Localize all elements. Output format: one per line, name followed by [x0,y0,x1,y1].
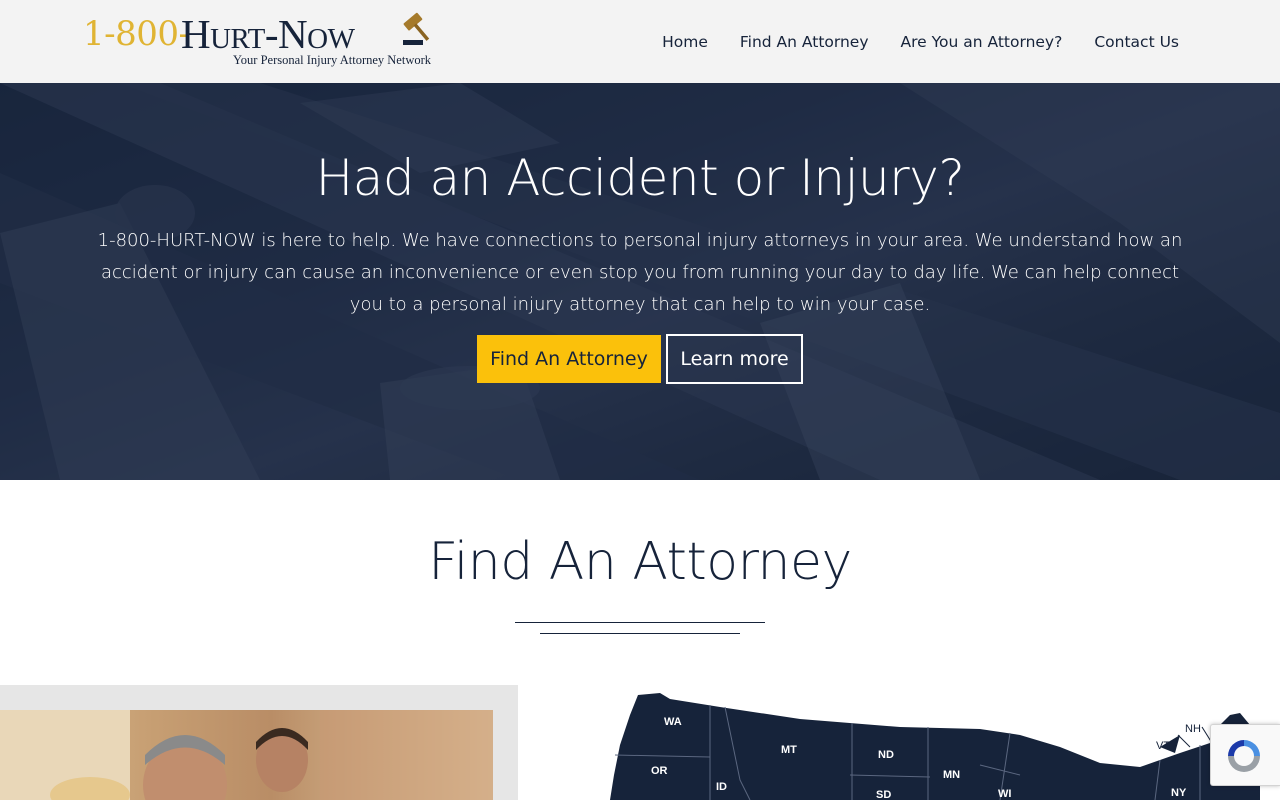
divider [515,622,765,623]
state-label-wa[interactable]: WA [664,716,682,728]
state-label-nd[interactable]: ND [878,749,894,761]
hero-content: Had an Accident or Injury? 1-800-HURT-NO… [0,83,1280,480]
gavel-icon [397,10,437,50]
logo[interactable]: 1-800- Hurt-Now Your Personal Injury Att… [83,8,443,70]
logo-word: Hurt-Now [181,11,355,57]
find-attorney-button[interactable]: Find An Attorney [477,335,661,383]
divider [540,633,740,634]
hero-section: Had an Accident or Injury? 1-800-HURT-NO… [0,83,1280,480]
main-nav: Home Find An Attorney Are You an Attorne… [662,0,1179,83]
state-label-ny[interactable]: NY [1171,787,1186,799]
state-label-id[interactable]: ID [716,781,727,793]
logo-number: 1-800- [83,14,190,54]
state-label-or[interactable]: OR [651,765,668,777]
state-label-wi[interactable]: WI [998,788,1011,800]
recaptcha-badge[interactable] [1210,724,1280,786]
hero-title: Had an Accident or Injury? [315,149,965,207]
learn-more-button[interactable]: Learn more [666,334,803,384]
us-map[interactable]: WA OR ID MT ND SD MN WI VT NH NY [600,685,1280,800]
nav-find-attorney[interactable]: Find An Attorney [740,33,869,51]
state-label-sd[interactable]: SD [876,789,891,800]
state-label-mt[interactable]: MT [781,744,797,756]
nav-home[interactable]: Home [662,33,708,51]
state-label-nh[interactable]: NH [1185,723,1201,735]
state-label-vt[interactable]: VT [1156,740,1170,752]
nav-contact[interactable]: Contact Us [1094,33,1179,51]
find-attorney-heading: Find An Attorney [428,532,852,592]
site-header: 1-800- Hurt-Now Your Personal Injury Att… [0,0,1280,83]
attorney-photo [0,710,493,800]
hero-description: 1-800-HURT-NOW is here to help. We have … [97,230,1183,315]
state-label-mn[interactable]: MN [943,769,960,781]
logo-tagline: Your Personal Injury Attorney Network [233,53,432,67]
nav-are-you-attorney[interactable]: Are You an Attorney? [901,33,1063,51]
recaptcha-icon [1225,737,1263,779]
